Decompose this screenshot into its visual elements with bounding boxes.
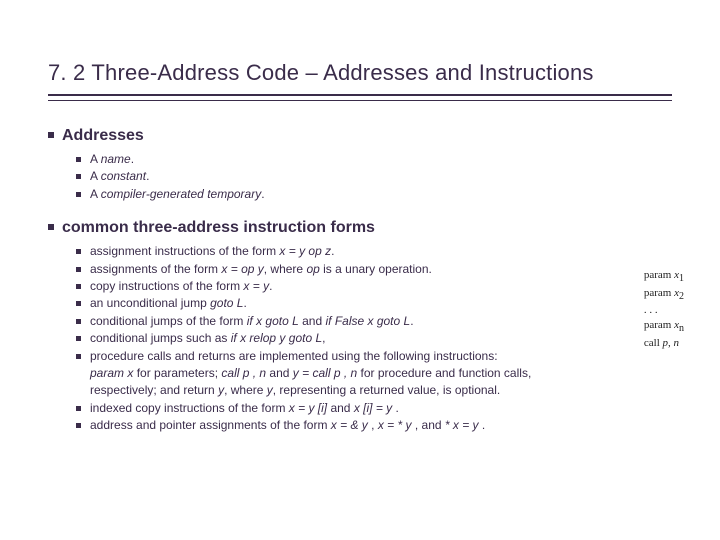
list-item: copy instructions of the form x = y. xyxy=(76,278,616,295)
text: if x goto L xyxy=(247,314,299,328)
text: , representing a returned value, is opti… xyxy=(273,383,500,397)
text: param xyxy=(644,319,674,331)
forms-list: assignment instructions of the form x = … xyxy=(48,243,616,434)
text: param x xyxy=(90,366,133,380)
text: x = & y xyxy=(331,418,368,432)
text: procedure calls and returns are implemen… xyxy=(90,349,498,363)
text: constant xyxy=(101,169,146,183)
section-addresses: Addresses A name. A constant. A compiler… xyxy=(48,127,672,203)
text: x = y xyxy=(243,279,269,293)
list-item: A name. xyxy=(76,151,672,168)
text: respectively; and return xyxy=(90,383,218,397)
text: x = * y xyxy=(378,418,412,432)
text: is a unary operation. xyxy=(320,262,432,276)
text: . xyxy=(243,296,246,310)
square-bullet-icon xyxy=(48,224,54,230)
text: . xyxy=(146,169,149,183)
text: assignment instructions of the form xyxy=(90,244,279,258)
list-item: procedure calls and returns are implemen… xyxy=(76,348,616,400)
section-title: Addresses xyxy=(62,127,144,145)
text: x [i] = y xyxy=(354,401,392,415)
slide: 7. 2 Three-Address Code – Addresses and … xyxy=(0,0,720,540)
text: . xyxy=(392,401,399,415)
text: if x relop y goto L xyxy=(231,331,322,345)
list-item: an unconditional jump goto L. xyxy=(76,295,616,312)
text: param xyxy=(644,269,674,281)
section-head: common three-address instruction forms xyxy=(48,219,672,237)
list-item: conditional jumps such as if x relop y g… xyxy=(76,330,616,347)
text: . xyxy=(410,314,413,328)
text: call xyxy=(644,337,663,349)
text: and xyxy=(266,366,293,380)
list-item: assignment instructions of the form x = … xyxy=(76,243,616,260)
text: for procedure and function calls, xyxy=(357,366,531,380)
text: name xyxy=(101,152,131,166)
text: x = y [i] xyxy=(289,401,327,415)
text: n xyxy=(674,337,680,349)
addresses-list: A name. A constant. A compiler-generated… xyxy=(48,151,672,203)
text: goto L xyxy=(210,296,243,310)
text: , where xyxy=(224,383,267,397)
text: , xyxy=(368,418,378,432)
text: . . . xyxy=(644,304,658,316)
text: conditional jumps of the form xyxy=(90,314,247,328)
text: . xyxy=(269,279,272,293)
text: 2 xyxy=(679,291,684,302)
text: A xyxy=(90,169,101,183)
list-item: address and pointer assignments of the f… xyxy=(76,417,616,434)
text: . xyxy=(131,152,134,166)
section-head: Addresses xyxy=(48,127,672,145)
text: an unconditional jump xyxy=(90,296,210,310)
text: compiler-generated temporary xyxy=(101,187,262,201)
text: param xyxy=(644,287,674,299)
text: , where xyxy=(264,262,307,276)
text: indexed copy instructions of the form xyxy=(90,401,289,415)
text: n xyxy=(679,323,684,334)
text: . xyxy=(479,418,486,432)
text: * x = y xyxy=(445,418,479,432)
text: conditional jumps such as xyxy=(90,331,231,345)
text: and xyxy=(327,401,354,415)
list-item: A constant. xyxy=(76,168,672,185)
list-item: indexed copy instructions of the form x … xyxy=(76,400,616,417)
text: , and xyxy=(412,418,445,432)
text: copy instructions of the form xyxy=(90,279,243,293)
text: address and pointer assignments of the f… xyxy=(90,418,331,432)
text: x = y op z xyxy=(279,244,331,258)
section-title: common three-address instruction forms xyxy=(62,219,375,237)
page-title: 7. 2 Three-Address Code – Addresses and … xyxy=(48,60,672,92)
text: A xyxy=(90,152,101,166)
section-forms: common three-address instruction forms a… xyxy=(48,219,672,434)
text: for parameters; xyxy=(133,366,221,380)
text: , xyxy=(322,331,325,345)
text: y = call p , n xyxy=(293,366,357,380)
title-rule xyxy=(48,94,672,101)
text: if False x goto L xyxy=(325,314,410,328)
text: 1 xyxy=(679,273,684,284)
code-snippet: param x1 param x2 . . . param xn call p,… xyxy=(644,268,684,351)
list-item: A compiler-generated temporary. xyxy=(76,186,672,203)
square-bullet-icon xyxy=(48,132,54,138)
text: call p , n xyxy=(221,366,266,380)
list-item: assignments of the form x = op y, where … xyxy=(76,261,616,278)
list-item: conditional jumps of the form if x goto … xyxy=(76,313,616,330)
text: A xyxy=(90,187,101,201)
text: . xyxy=(331,244,334,258)
text: and xyxy=(299,314,326,328)
text: assignments of the form xyxy=(90,262,221,276)
text: op xyxy=(306,262,319,276)
text: x = op y xyxy=(221,262,263,276)
text: . xyxy=(261,187,264,201)
